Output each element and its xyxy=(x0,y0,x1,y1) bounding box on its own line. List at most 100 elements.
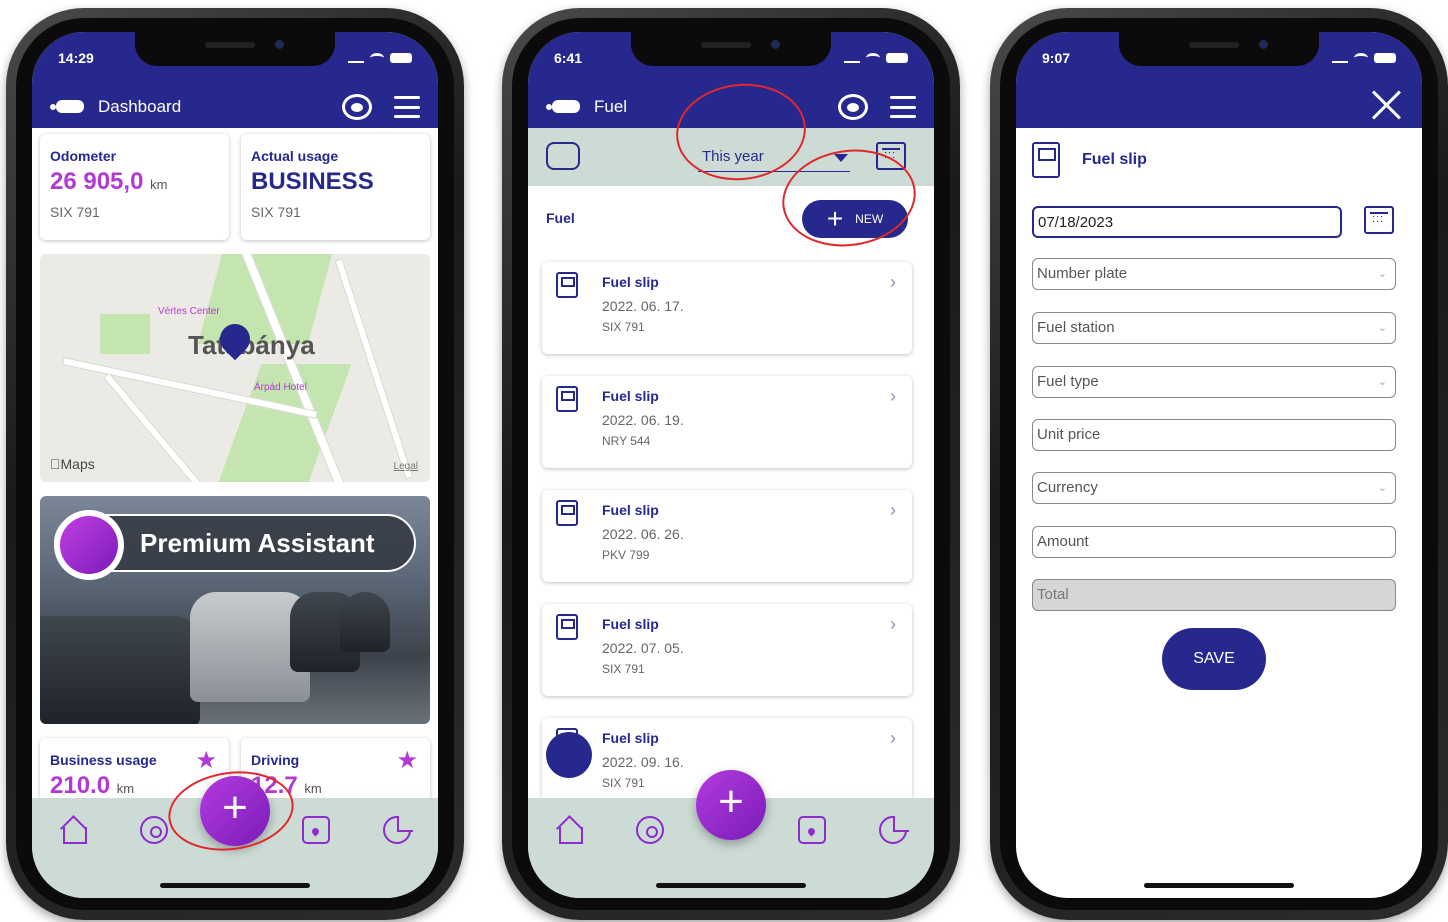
driving-label: Driving xyxy=(251,752,300,768)
statistics-pie-icon[interactable] xyxy=(383,816,414,844)
chevron-down-icon: ⌄ xyxy=(1377,376,1387,388)
driving-unit: km xyxy=(304,781,322,796)
screenshot-stage: 14:29 Dashboard Odometer 26 905,0 km SIX… xyxy=(0,0,1448,922)
fuel-pump-icon xyxy=(556,500,578,526)
car-logo-icon xyxy=(546,96,584,118)
battery-icon xyxy=(886,53,908,63)
add-fab-button[interactable]: + xyxy=(696,770,766,840)
assistant-icon[interactable] xyxy=(342,94,372,120)
dashboard-screen: 14:29 Dashboard Odometer 26 905,0 km SIX… xyxy=(32,32,438,898)
fuel-slip-row[interactable]: Fuel slip 2022. 06. 17. SIX 791 › xyxy=(542,262,912,354)
chevron-down-icon: ⌄ xyxy=(1377,268,1387,280)
star-icon: ★ xyxy=(195,747,217,774)
actual-usage-value: BUSINESS xyxy=(251,168,374,195)
map-legal-link[interactable]: Legal xyxy=(394,461,418,472)
slip-date: 2022. 06. 19. xyxy=(602,412,684,428)
car-logo-icon xyxy=(50,96,88,118)
close-icon[interactable] xyxy=(1370,88,1404,122)
fuel-type-select[interactable]: Fuel type ⌄ xyxy=(1032,366,1396,398)
signal-icon xyxy=(348,53,364,63)
actual-usage-label: Actual usage xyxy=(251,148,339,164)
calendar-icon[interactable] xyxy=(1364,206,1394,234)
slip-plate: PKV 799 xyxy=(602,548,650,562)
slip-plate: SIX 791 xyxy=(602,662,645,676)
form-title: Fuel slip xyxy=(1082,151,1147,168)
fuel-form-screen: 9:07 Fuel slip 07/18/2023 Number plate⌄ … xyxy=(1016,32,1422,898)
premium-badge-icon xyxy=(54,510,124,580)
star-icon: ★ xyxy=(396,747,418,774)
chevron-down-icon: ⌄ xyxy=(1377,322,1387,334)
hamburger-menu-icon[interactable] xyxy=(394,96,420,118)
business-usage-value: 210.0 xyxy=(50,772,111,799)
location-map[interactable]: Vértes Center Árpád Hotel Tatabánya Map… xyxy=(40,254,430,482)
premium-assistant-banner[interactable]: Premium Assistant xyxy=(40,496,430,724)
fuel-slip-row[interactable]: Fuel slip 2022. 07. 05. SIX 791 › xyxy=(542,604,912,696)
slip-title: Fuel slip xyxy=(602,502,659,518)
odometer-unit: km xyxy=(150,177,168,192)
odometer-card[interactable]: Odometer 26 905,0 km SIX 791 xyxy=(40,134,229,240)
fuel-icon[interactable] xyxy=(798,816,827,844)
slip-date: 2022. 09. 16. xyxy=(602,754,684,770)
page-title: Fuel xyxy=(594,97,628,116)
odometer-value: 26 905,0 xyxy=(50,168,144,195)
signal-icon xyxy=(844,53,860,63)
fuel-pump-icon xyxy=(556,386,578,412)
odometer-plate: SIX 791 xyxy=(50,204,100,220)
page-title: Dashboard xyxy=(98,97,182,116)
fuel-pump-icon xyxy=(556,614,578,640)
signal-icon xyxy=(1332,53,1348,63)
wifi-icon xyxy=(1354,53,1368,63)
steering-wheel-icon[interactable] xyxy=(139,816,168,844)
business-usage-label: Business usage xyxy=(50,752,157,768)
number-plate-select[interactable]: Number plate ⌄ xyxy=(1032,258,1396,290)
battery-icon xyxy=(390,53,412,63)
chevron-right-icon: › xyxy=(890,500,896,520)
home-icon[interactable] xyxy=(59,816,87,844)
maps-attribution: Maps xyxy=(50,456,95,472)
fuel-slip-row[interactable]: Fuel slip 2022. 06. 26. PKV 799 › xyxy=(542,490,912,582)
assistant-icon[interactable] xyxy=(838,94,868,120)
status-time: 9:07 xyxy=(1042,50,1071,66)
slip-title: Fuel slip xyxy=(602,388,659,404)
chevron-right-icon: › xyxy=(890,728,896,748)
status-time: 6:41 xyxy=(554,50,583,66)
unit-price-field[interactable]: Unit price xyxy=(1032,419,1396,451)
hamburger-menu-icon[interactable] xyxy=(890,96,916,118)
statistics-pie-icon[interactable] xyxy=(879,816,910,844)
chevron-right-icon: › xyxy=(890,614,896,634)
section-title: Fuel xyxy=(546,210,575,226)
fuel-slip-row[interactable]: Fuel slip 2022. 06. 19. NRY 544 › xyxy=(542,376,912,468)
wifi-icon xyxy=(866,53,880,63)
battery-icon xyxy=(1374,53,1396,63)
promo-title: Premium Assistant xyxy=(140,528,375,558)
slip-plate: SIX 791 xyxy=(602,776,645,790)
steering-wheel-icon[interactable] xyxy=(635,816,664,844)
map-city-label: Tatabánya xyxy=(188,330,315,360)
fuel-station-select[interactable]: Fuel station ⌄ xyxy=(1032,312,1396,344)
actual-usage-plate: SIX 791 xyxy=(251,204,301,220)
status-time: 14:29 xyxy=(58,50,94,66)
fuel-pump-icon xyxy=(1032,142,1060,178)
slip-plate: NRY 544 xyxy=(602,434,651,448)
poi-vertes-center[interactable]: Vértes Center xyxy=(158,306,220,317)
amount-field[interactable]: Amount xyxy=(1032,526,1396,558)
slip-title: Fuel slip xyxy=(602,730,659,746)
home-icon[interactable] xyxy=(555,816,583,844)
chevron-right-icon: › xyxy=(890,386,896,406)
location-badge-icon xyxy=(546,732,592,778)
wifi-icon xyxy=(370,53,384,63)
odometer-label: Odometer xyxy=(50,148,117,164)
driver-car-icon[interactable] xyxy=(546,142,580,170)
poi-arpad-hotel[interactable]: Árpád Hotel xyxy=(254,382,307,393)
date-field[interactable]: 07/18/2023 xyxy=(1032,206,1342,238)
fuel-pump-icon xyxy=(556,272,578,298)
chevron-right-icon: › xyxy=(890,272,896,292)
total-field: Total xyxy=(1032,579,1396,611)
chevron-down-icon: ⌄ xyxy=(1377,482,1387,494)
slip-title: Fuel slip xyxy=(602,274,659,290)
fuel-icon[interactable] xyxy=(302,816,331,844)
currency-select[interactable]: Currency ⌄ xyxy=(1032,472,1396,504)
save-button[interactable]: SAVE xyxy=(1162,628,1266,690)
slip-date: 2022. 06. 17. xyxy=(602,298,684,314)
actual-usage-card[interactable]: Actual usage BUSINESS SIX 791 xyxy=(241,134,430,240)
